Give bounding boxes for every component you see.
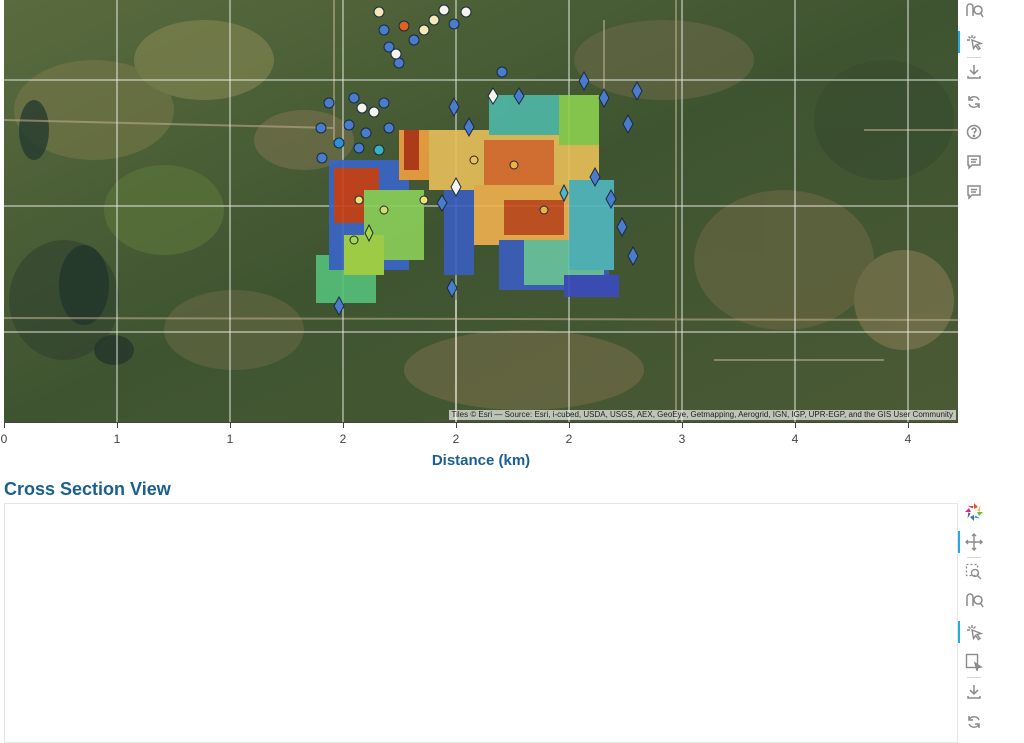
x-tick-mark xyxy=(569,422,570,428)
tap-select-icon[interactable] xyxy=(958,620,986,644)
wheel-zoom-icon[interactable] xyxy=(962,590,986,614)
map-attribution: Tiles © Esri — Source: Esri, i-cubed, US… xyxy=(448,410,956,420)
comment-icon[interactable] xyxy=(962,150,986,174)
box-edit-icon[interactable] xyxy=(962,650,986,674)
x-axis: 0 1 1 2 2 2 3 4 4 Distance (km) xyxy=(0,422,958,472)
x-tick-mark xyxy=(795,422,796,428)
comment-icon[interactable] xyxy=(962,180,986,204)
x-tick-label: 3 xyxy=(678,432,686,446)
save-icon[interactable] xyxy=(962,680,986,704)
cross-section-plot[interactable] xyxy=(4,503,958,743)
x-tick-label: 4 xyxy=(904,432,912,446)
x-tick-mark xyxy=(456,422,457,428)
x-tick-mark xyxy=(908,422,909,428)
help-icon[interactable] xyxy=(962,120,986,144)
satellite-map xyxy=(4,0,958,422)
x-tick-mark xyxy=(230,422,231,428)
x-tick-label: 2 xyxy=(452,432,460,446)
box-zoom-icon[interactable] xyxy=(962,560,986,584)
x-tick-label: 2 xyxy=(565,432,573,446)
x-axis-title: Distance (km) xyxy=(431,452,531,469)
x-tick-label: 1 xyxy=(226,432,234,446)
x-tick-mark xyxy=(4,422,5,428)
x-tick-mark xyxy=(117,422,118,428)
reset-icon[interactable] xyxy=(962,90,986,114)
x-tick-mark xyxy=(682,422,683,428)
x-tick-label: 1 xyxy=(113,432,121,446)
map-plot[interactable]: Tiles © Esri — Source: Esri, i-cubed, US… xyxy=(4,0,958,422)
save-icon[interactable] xyxy=(962,60,986,84)
x-tick-label: 4 xyxy=(791,432,799,446)
bokeh-logo-icon[interactable] xyxy=(962,500,986,524)
x-tick-label: 0 xyxy=(0,432,8,446)
tap-select-icon[interactable] xyxy=(958,30,986,54)
reset-icon[interactable] xyxy=(962,710,986,734)
x-tick-label: 2 xyxy=(339,432,347,446)
cross-section-title: Cross Section View xyxy=(4,479,171,499)
x-axis-line xyxy=(4,422,958,423)
cross-section-toolbar xyxy=(958,500,990,740)
x-tick-mark xyxy=(343,422,344,428)
map-toolbar xyxy=(958,0,990,210)
pan-icon[interactable] xyxy=(958,530,986,554)
wheel-zoom-icon[interactable] xyxy=(962,0,986,24)
